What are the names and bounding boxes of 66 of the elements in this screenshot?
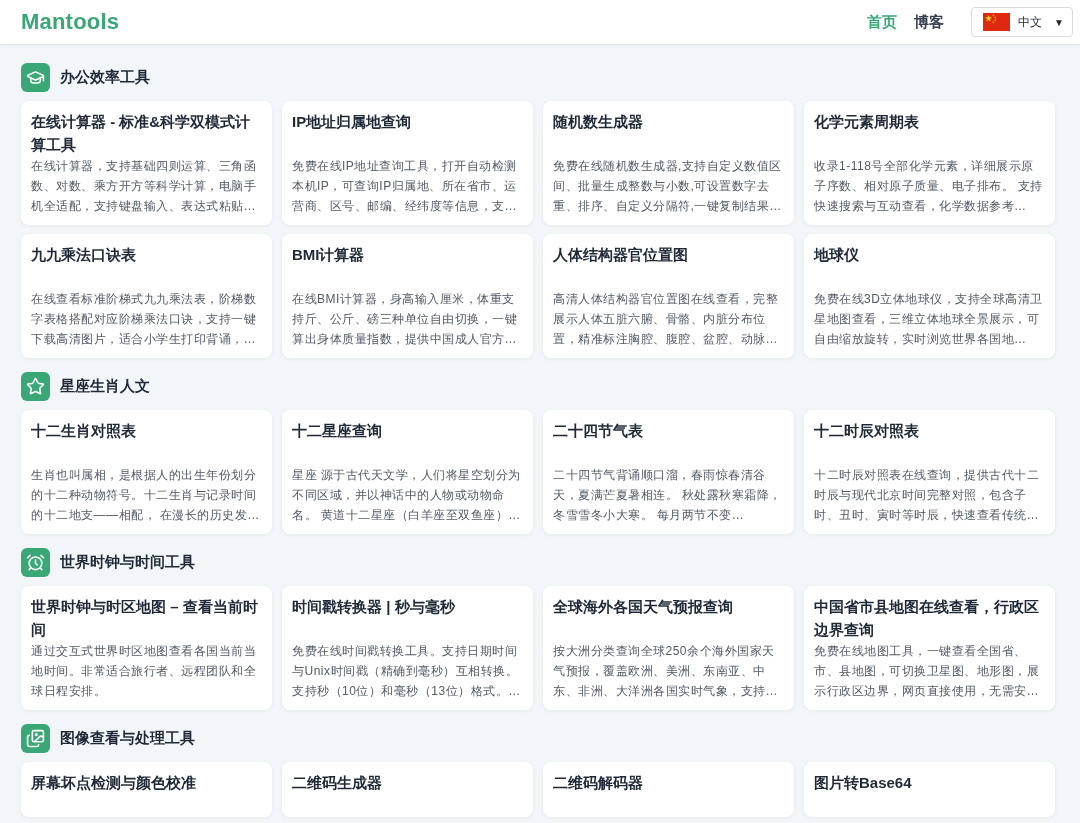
section-title: 星座生肖人文 [60, 377, 150, 396]
graduation-cap-icon [21, 63, 50, 92]
flag-icon [983, 13, 1010, 31]
tool-description: 按大洲分类查询全球250余个海外国家天气预报，覆盖欧洲、美洲、东南亚、中东、非洲、大洋洲各国实时气象，支持… [553, 643, 779, 700]
tool-card[interactable]: 时间戳转换器 | 秒与毫秒 免费在线时间戳转换工具。支持日期时间与Unix时间戳（精确到毫秒）互相转换。支持秒（10位）和毫秒（13位）格式。… [282, 586, 533, 710]
tool-title: 二维码解码器 [553, 773, 644, 793]
tool-card[interactable]: 随机数生成器 免费在线随机数生成器,支持自定义数值区间、批量生成整数与小数,可设置数字去重、排序、自定义分隔符,一键复制结果… [543, 101, 794, 225]
tool-description: 收录1-118号全部化学元素，详细展示原子序数、相对原子质量、电子排布。 支持快速搜索与互动查看，化学数据参考… [814, 158, 1044, 215]
tool-title: 在线计算器 - 标准&科学双模式计算工具 [31, 112, 252, 155]
language-select[interactable]: 中文 ▼ [971, 7, 1073, 37]
tool-title: BMI计算器 [292, 245, 366, 265]
tool-card[interactable]: 图片转Base64 [804, 762, 1055, 817]
tool-card[interactable]: 二维码生成器 [282, 762, 533, 817]
tool-description: 免费在线3D立体地球仪，支持全球高清卫星地图查看，三维立体地球全景展示，可自由缩放旋转，实时浏览世界各国地… [814, 291, 1044, 348]
tool-description: 高清人体结构器官位置图在线查看，完整展示人体五脏六腑、骨骼、内脏分布位置，精准标注胸腔、腹腔、盆腔、动脉… [553, 291, 779, 348]
tool-description: 二十四节气背诵顺口溜，春雨惊春清谷天，夏满芒夏暑相连。 秋处露秋寒霜降，冬雪雪冬小大寒。 每月两节不变… [553, 467, 783, 524]
tool-card[interactable]: 世界时钟与时区地图 – 查看当前时间 通过交互式世界时区地图查看各国当前当地时间。非常适合旅行者、远程团队和全球日程安排。 [21, 586, 272, 710]
tool-title: IP地址归属地查询 [292, 112, 413, 132]
tool-title: 地球仪 [814, 245, 860, 265]
tool-title: 十二生肖对照表 [31, 421, 137, 441]
tool-title: 十二时辰对照表 [814, 421, 920, 441]
tool-description: 在线计算器，支持基础四则运算、三角函数、对数、乘方开方等科学计算，电脑手机全适配，支持键盘输入、表达式粘贴… [31, 158, 257, 215]
tool-description: 免费在线时间戳转换工具。支持日期时间与Unix时间戳（精确到毫秒）互相转换。支持秒（10位）和毫秒（13位）格式。… [292, 643, 522, 700]
tool-card[interactable]: 人体结构器官位置图 高清人体结构器官位置图在线查看，完整展示人体五脏六腑、骨骼、内脏分布位置，精准标注胸腔、腹腔、盆腔、动脉… [543, 234, 794, 358]
tool-card[interactable]: 化学元素周期表 收录1-118号全部化学元素，详细展示原子序数、相对原子质量、电子排布。 支持快速搜索与互动查看，化学数据参考… [804, 101, 1055, 225]
tool-description: 星座 源于古代天文学，人们将星空划分为不同区域，并以神话中的人物或动物命名。 黄道十二星座（白羊座至双鱼座）… [292, 467, 522, 524]
tool-description: 通过交互式世界时区地图查看各国当前当地时间。非常适合旅行者、远程团队和全球日程安排。 [31, 643, 257, 700]
tool-description: 免费在线地图工具，一键查看全国省、市、县地图，可切换卫星图、地形图，展示行政区边界，网页直接使用，无需安… [814, 643, 1040, 700]
tool-title: 十二星座查询 [292, 421, 383, 441]
tool-card[interactable]: BMI计算器 在线BMI计算器，身高输入厘米，体重支持斤、公斤、磅三种单位自由切换，一键算出身体质量指数，提供中国成人官方… [282, 234, 533, 358]
tool-title: 人体结构器官位置图 [553, 245, 689, 265]
tool-card[interactable]: 在线计算器 - 标准&科学双模式计算工具 在线计算器，支持基础四则运算、三角函数、对数、乘方开方等科学计算，电脑手机全适配，支持键盘输入、表达式粘贴… [21, 101, 272, 225]
tool-card[interactable]: 二十四节气表 二十四节气背诵顺口溜，春雨惊春清谷天，夏满芒夏暑相连。 秋处露秋寒霜降，冬雪雪冬小大寒。 每月两节不变… [543, 410, 794, 534]
tool-description: 在线查看标准阶梯式九九乘法表，阶梯数字表格搭配对应阶梯乘法口诀，支持一键下载高清图片，适合小学生打印背诵，… [31, 291, 257, 348]
alarm-clock-icon [21, 548, 50, 577]
tool-title: 化学元素周期表 [814, 112, 920, 132]
section-title: 办公效率工具 [60, 68, 150, 87]
tool-card[interactable]: 全球海外各国天气预报查询 按大洲分类查询全球250余个海外国家天气预报，覆盖欧洲、美洲、东南亚、中东、非洲、大洋洲各国实时气象，支持… [543, 586, 794, 710]
tool-card[interactable]: IP地址归属地查询 免费在线IP地址查询工具，打开自动检测本机IP，可查询IP归属地、所在省市、运营商、区号、邮编、经纬度等信息，支… [282, 101, 533, 225]
tool-card[interactable]: 中国省市县地图在线查看，行政区边界查询 免费在线地图工具，一键查看全国省、市、县地图，可切换卫星图、地形图，展示行政区边界，网页直接使用，无需安… [804, 586, 1055, 710]
tool-description: 在线BMI计算器，身高输入厘米，体重支持斤、公斤、磅三种单位自由切换，一键算出身体质量指数，提供中国成人官方… [292, 291, 518, 348]
tool-card[interactable]: 十二时辰对照表 十二时辰对照表在线查询，提供古代十二时辰与现代北京时间完整对照，包含子时、丑时、寅时等时辰，快速查看传统… [804, 410, 1055, 534]
tool-title: 世界时钟与时区地图 – 查看当前时间 [31, 597, 259, 640]
tool-card[interactable]: 九九乘法口诀表 在线查看标准阶梯式九九乘法表，阶梯数字表格搭配对应阶梯乘法口诀，支持一键下载高清图片，适合小学生打印背诵，… [21, 234, 272, 358]
tool-title: 中国省市县地图在线查看，行政区边界查询 [814, 597, 1040, 640]
tool-description: 十二时辰对照表在线查询，提供古代十二时辰与现代北京时间完整对照，包含子时、丑时、寅时等时辰，快速查看传统… [814, 467, 1040, 524]
tool-card[interactable]: 地球仪 免费在线3D立体地球仪，支持全球高清卫星地图查看，三维立体地球全景展示，可自由缩放旋转，实时浏览世界各国地… [804, 234, 1055, 358]
nav-link[interactable]: 博客 [914, 12, 944, 32]
tool-card[interactable]: 屏幕坏点检测与颜色校准 [21, 762, 272, 817]
tool-title: 二维码生成器 [292, 773, 383, 793]
tool-title: 全球海外各国天气预报查询 [553, 597, 734, 617]
tool-description: 免费在线IP地址查询工具，打开自动检测本机IP，可查询IP归属地、所在省市、运营商、区号、邮编、经纬度等信息，支… [292, 158, 518, 215]
tool-title: 屏幕坏点检测与颜色校准 [31, 773, 197, 793]
tool-title: 九九乘法口诀表 [31, 245, 137, 265]
images-icon [21, 724, 50, 753]
tool-title: 图片转Base64 [814, 773, 913, 793]
tool-description: 生肖也叫属相，是根据人的出生年份划分的十二种动物符号。十二生肖与记录时间的十二地支——相配， 在漫长的历史发… [31, 467, 261, 524]
section-title: 世界时钟与时间工具 [60, 553, 195, 572]
tool-card[interactable]: 十二生肖对照表 生肖也叫属相，是根据人的出生年份划分的十二种动物符号。十二生肖与记录时间的十二地支——相配， 在漫长的历史发… [21, 410, 272, 534]
tool-description: 免费在线随机数生成器,支持自定义数值区间、批量生成整数与小数,可设置数字去重、排序、自定义分隔符,一键复制结果… [553, 158, 783, 215]
tool-title: 二十四节气表 [553, 421, 644, 441]
section-title: 图像查看与处理工具 [60, 729, 195, 748]
tool-card[interactable]: 十二星座查询 星座 源于古代天文学，人们将星空划分为不同区域，并以神话中的人物或动物命名。 黄道十二星座（白羊座至双鱼座）… [282, 410, 533, 534]
tool-card[interactable]: 二维码解码器 [543, 762, 794, 817]
tool-title: 时间戳转换器 | 秒与毫秒 [292, 597, 456, 617]
tool-title: 随机数生成器 [553, 112, 644, 132]
